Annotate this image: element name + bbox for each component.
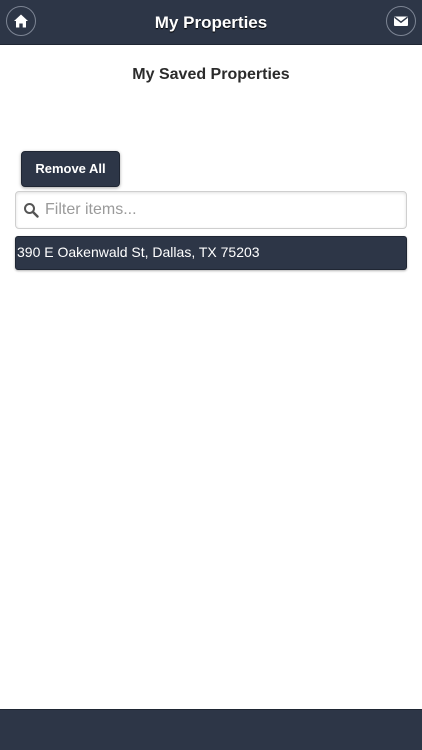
mail-icon: [393, 15, 409, 27]
home-button[interactable]: [6, 6, 36, 36]
page-title: My Properties: [154, 13, 268, 32]
mail-button[interactable]: [386, 6, 416, 36]
footer-bar: [0, 709, 422, 750]
search-icon: [23, 202, 39, 223]
remove-all-button[interactable]: Remove All: [21, 151, 120, 187]
home-icon: [13, 13, 29, 29]
filter-field[interactable]: [15, 191, 407, 229]
header-bar: My Properties: [0, 0, 422, 45]
section-heading: My Saved Properties: [132, 66, 290, 83]
filter-input[interactable]: [45, 192, 400, 228]
property-list-item[interactable]: 390 E Oakenwald St, Dallas, TX 75203: [15, 236, 407, 270]
